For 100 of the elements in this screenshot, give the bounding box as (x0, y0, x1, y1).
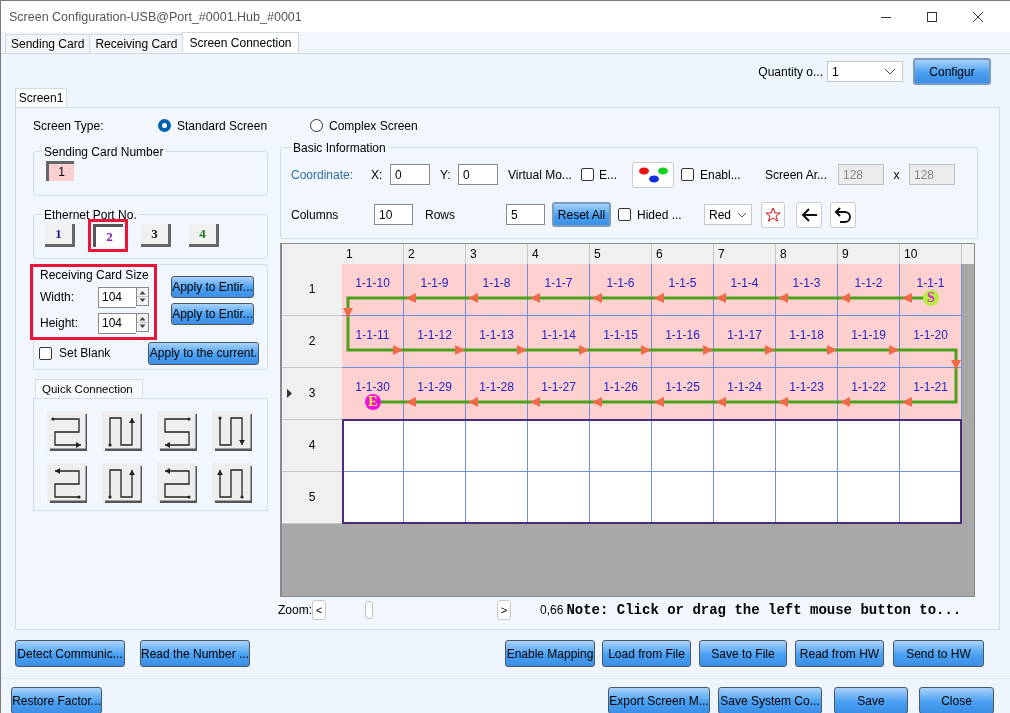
back-button[interactable] (796, 201, 822, 228)
port-button[interactable]: 2 (93, 223, 123, 247)
grid-cell[interactable] (838, 419, 900, 472)
action-button[interactable]: Save (834, 687, 908, 713)
card-number-field: 1 (46, 160, 74, 181)
grid-cell[interactable] (900, 471, 962, 524)
screen-grid[interactable] (280, 242, 975, 597)
grid-cell[interactable] (342, 471, 404, 524)
grid-cell[interactable] (404, 419, 466, 472)
wiring-pattern-icon[interactable] (102, 462, 142, 503)
close-icon[interactable] (973, 11, 983, 22)
grid-cell[interactable] (466, 419, 528, 472)
input-field[interactable]: 0 (390, 164, 430, 186)
scroll-left-button[interactable]: < (312, 599, 326, 620)
column-header: 1 (342, 243, 404, 264)
wiring-pattern-icon[interactable] (157, 462, 197, 503)
spinner-icon[interactable] (136, 286, 149, 306)
action-button[interactable]: Restore Factor... (11, 687, 102, 713)
grid-cell[interactable] (590, 471, 652, 524)
column-header: 9 (838, 243, 900, 264)
wiring-pattern-icon[interactable] (157, 410, 197, 451)
row-label: 3 (308, 386, 316, 401)
grid-cell[interactable] (776, 471, 838, 524)
slider-thumb[interactable] (365, 600, 374, 619)
grid-cell[interactable] (528, 471, 590, 524)
action-button[interactable]: Close (919, 687, 994, 713)
wiring-pattern-icon[interactable] (47, 410, 87, 451)
radio-label: Standard Screen (177, 118, 268, 133)
grid-cell[interactable] (714, 471, 776, 524)
tab[interactable]: Screen1 (15, 87, 67, 107)
radio-button[interactable] (310, 119, 323, 133)
checkbox-label: E... (599, 167, 618, 182)
action-button[interactable]: Load from File (602, 640, 691, 667)
port-button[interactable]: 3 (141, 223, 171, 247)
grid-cell[interactable] (466, 471, 528, 524)
grid-cell[interactable] (342, 419, 404, 472)
port-button[interactable]: 1 (45, 223, 75, 247)
configure-button[interactable]: Configur (913, 58, 991, 86)
grid-cell[interactable] (528, 419, 590, 472)
apply-button[interactable]: Apply to Entir... (171, 302, 254, 325)
action-button[interactable]: Save System Co... (718, 687, 822, 713)
grid-cell[interactable] (652, 419, 714, 472)
input-field[interactable]: 10 (374, 204, 413, 226)
apply-button[interactable]: Apply to Entir... (171, 275, 254, 298)
action-button[interactable]: Export Screen M... (608, 687, 710, 713)
star-button[interactable] (761, 201, 785, 228)
port-button[interactable]: 4 (189, 223, 219, 247)
tab[interactable]: Screen Connection (182, 32, 299, 53)
field-label: Screen Type: (33, 118, 105, 133)
field-label: Zoom: (278, 602, 312, 617)
column-header: 8 (776, 243, 838, 264)
color-dropdown[interactable]: Red (704, 204, 752, 226)
checkbox[interactable] (681, 168, 694, 182)
star-icon (765, 206, 781, 223)
checkbox[interactable] (39, 346, 52, 360)
row-label: 2 (308, 334, 316, 349)
checkbox[interactable] (581, 168, 594, 182)
field-label: Quantity o... (758, 64, 823, 79)
grid-cell[interactable] (652, 471, 714, 524)
tab[interactable]: Receiving Card (89, 34, 184, 53)
maximize-icon[interactable] (927, 11, 937, 22)
grid-cell[interactable] (714, 419, 776, 472)
action-button[interactable]: Detect Communic... (15, 640, 125, 667)
action-button[interactable]: Send to HW (893, 640, 984, 667)
grid-cell[interactable] (776, 419, 838, 472)
input-field[interactable]: 5 (506, 204, 545, 226)
group-title: Receiving Card Size (40, 267, 150, 282)
grid-cell[interactable] (900, 419, 962, 472)
color-button[interactable] (632, 161, 674, 188)
field-label: x (892, 167, 901, 182)
action-button[interactable]: Save to File (699, 640, 787, 667)
checkbox[interactable] (618, 208, 631, 222)
tab[interactable]: Sending Card (5, 34, 91, 53)
action-button[interactable]: Enable Mapping (505, 640, 595, 667)
input-field[interactable]: 104 (98, 312, 136, 334)
apply-button[interactable]: Apply to the current. (148, 341, 259, 365)
action-button[interactable]: Read the Number ... (140, 640, 250, 667)
input-field[interactable]: 104 (98, 286, 136, 308)
wiring-pattern-icon[interactable] (212, 410, 252, 451)
wiring-pattern-icon[interactable] (47, 462, 87, 503)
radio-button[interactable] (158, 119, 171, 133)
field-label: Height: (40, 316, 80, 331)
field-label: X: (371, 167, 384, 182)
grid-cell[interactable] (590, 419, 652, 472)
group-title: Sending Card Number (43, 144, 165, 159)
grid-cell[interactable] (838, 471, 900, 524)
tab[interactable]: Quick Connection (35, 378, 143, 398)
grid-cell[interactable] (404, 471, 466, 524)
checkbox-label: Enabl... (700, 167, 742, 182)
window-title: Screen Configuration-USB@Port_#0001.Hub_#0001 (8, 9, 303, 24)
action-button[interactable]: Read from HW (795, 640, 884, 667)
spinner-icon[interactable] (136, 312, 149, 332)
row-label: 4 (308, 438, 316, 453)
input-field[interactable]: 0 (458, 164, 498, 186)
wiring-pattern-icon[interactable] (212, 462, 252, 503)
quantity-dropdown[interactable]: 1 (827, 61, 903, 83)
wiring-pattern-icon[interactable] (102, 410, 142, 451)
undo-button[interactable] (830, 201, 856, 228)
scroll-right-button[interactable]: > (497, 599, 511, 620)
reset-button[interactable]: Reset All (552, 202, 611, 228)
